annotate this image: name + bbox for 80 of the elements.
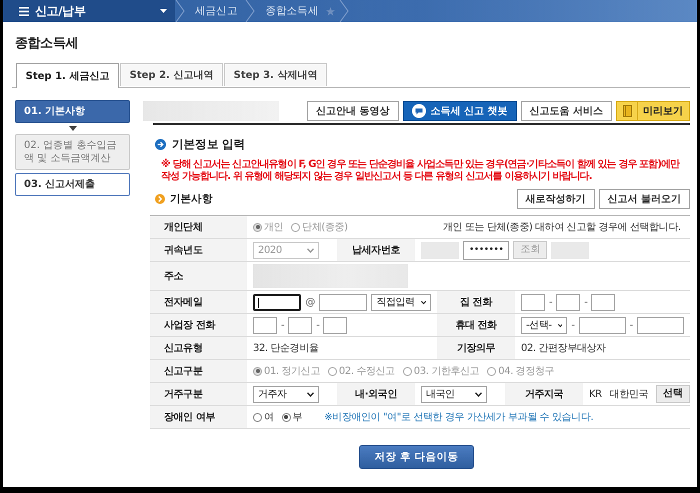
- input-field[interactable]: [253, 316, 277, 334]
- separator-text: -: [281, 320, 284, 330]
- menu-icon[interactable]: [19, 6, 29, 16]
- chevron-down-icon: [475, 392, 482, 396]
- subsection-title: 기본사항: [170, 192, 212, 206]
- input-field[interactable]: [556, 294, 580, 310]
- separator-text: -: [584, 296, 588, 308]
- hint-text: ※비장애인이 "여"로 선택한 경우 가산세가 부과될 수 있습니다.: [324, 411, 594, 424]
- field-label: 사업장 전화: [150, 314, 247, 336]
- field-label: 신고구분: [150, 360, 247, 382]
- action-button[interactable]: 신고서 불러오기: [598, 189, 690, 209]
- toolbar-button[interactable]: 신고안내 동영상: [307, 100, 399, 120]
- field-value: 개인 또는 단체(종중) 대하여 신고할 경우에 선택합니다.: [443, 221, 681, 234]
- separator-text: -: [571, 320, 575, 330]
- field-value: 02. 간편장부대상자: [521, 342, 606, 355]
- field-label: 귀속년도: [150, 239, 247, 261]
- book-icon: [623, 104, 632, 116]
- chat-bubble-icon: [412, 104, 426, 118]
- field-label: 전자메일: [150, 291, 247, 313]
- input-field[interactable]: [288, 316, 312, 334]
- field-label: 납세자번호: [337, 239, 415, 261]
- input-field[interactable]: [323, 316, 348, 334]
- step-tab[interactable]: Step 3. 삭제내역: [224, 63, 327, 86]
- chatbot-button[interactable]: 소득세 신고 챗봇: [402, 100, 517, 120]
- input-field[interactable]: [253, 294, 302, 310]
- page-title: 종합소득세: [15, 35, 80, 53]
- form-button[interactable]: 선택: [656, 385, 690, 403]
- input-field[interactable]: [636, 316, 684, 334]
- field-label: 장애인 여부: [150, 406, 247, 428]
- input-field[interactable]: [319, 294, 368, 310]
- step-item[interactable]: 03. 신고서제출: [15, 173, 130, 196]
- step-tab[interactable]: Step 1. 세금신고: [16, 63, 119, 88]
- field-label: 개인단체: [150, 216, 247, 238]
- select-field[interactable]: -선택-: [521, 316, 568, 334]
- field-label: 기장의무: [437, 337, 515, 359]
- separator-text: @: [305, 296, 316, 308]
- breadcrumb-link[interactable]: 세금신고: [185, 4, 246, 18]
- select-field[interactable]: 직접입력: [371, 294, 431, 310]
- save-next-button[interactable]: 저장 후 다음이동: [359, 445, 474, 469]
- action-button[interactable]: 새로작성하기: [516, 189, 595, 209]
- chevron-down-icon: [307, 248, 314, 252]
- field-value: KR: [589, 388, 602, 400]
- input-field[interactable]: [591, 294, 616, 310]
- arrow-circle-icon: [155, 194, 165, 204]
- chevron-icon: [175, 0, 185, 22]
- step-item[interactable]: 01. 기본사항: [15, 100, 130, 123]
- field-label: 휴대 전화: [437, 314, 515, 336]
- star-icon[interactable]: [326, 6, 336, 16]
- field-label: 집 전화: [437, 291, 515, 313]
- chevron-down-icon: [558, 322, 562, 328]
- down-arrow-icon: [68, 126, 76, 131]
- caret-icon[interactable]: [160, 9, 167, 13]
- field-label: 거주구분: [150, 383, 247, 405]
- field-label: 거주지국: [505, 383, 583, 405]
- field-label: 주소: [150, 262, 247, 290]
- field-value: 32. 단순경비율: [253, 342, 318, 355]
- preview-button[interactable]: 미리보기: [616, 100, 690, 120]
- separator-text: -: [316, 320, 320, 330]
- input-field[interactable]: [578, 316, 626, 334]
- field-label: 신고유형: [150, 337, 247, 359]
- radio-button[interactable]: 여: [253, 410, 274, 424]
- section-title: 기본정보 입력: [172, 137, 246, 152]
- warning-notice: ※ 당해 신고서는 신고안내유형이 F, G인 경우 또는 단순경비율 사업소득만 있는 경우(연금·기타소득이 함께 있는 경우 포함)에만 작성 가능합니다. 위 유형에 해당되지 않는 경우 일반신고서 등 다른 유형의 신고서를 이용하시기 바랍니다.: [161, 159, 681, 183]
- select-field[interactable]: 거주자: [253, 386, 319, 402]
- toolbar-button[interactable]: 신고도움 서비스: [520, 100, 612, 120]
- field-label: 내·외국인: [337, 383, 415, 405]
- input-field[interactable]: [521, 294, 545, 310]
- password-field[interactable]: •••••••: [463, 240, 510, 260]
- chevron-down-icon: [307, 392, 314, 396]
- separator-text: -: [549, 296, 552, 308]
- chevron-icon: [339, 0, 350, 22]
- chevron-down-icon: [420, 300, 426, 304]
- field-value: 대한민국: [610, 388, 648, 401]
- radio-button[interactable]: 부: [282, 410, 302, 424]
- separator-text: -: [630, 320, 633, 330]
- chevron-icon: [245, 0, 256, 22]
- select-field[interactable]: 내국인: [421, 386, 487, 402]
- step-tab[interactable]: Step 2. 신고내역: [120, 63, 223, 86]
- breadcrumb-link[interactable]: 종합소득세: [255, 4, 326, 18]
- arrow-circle-icon: [155, 139, 166, 150]
